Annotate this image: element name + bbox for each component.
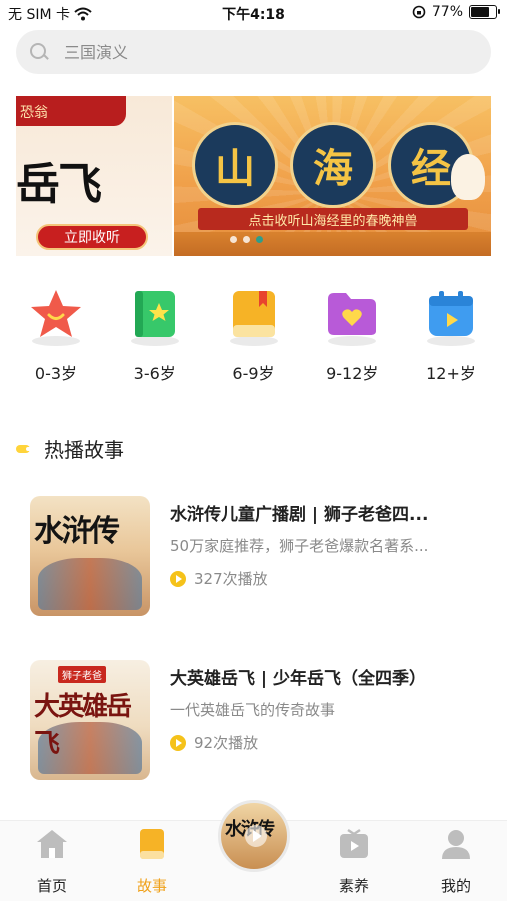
banner-title-char: 海 xyxy=(290,122,376,208)
tab-label: 首页 xyxy=(36,877,67,895)
blue-calendar-play-icon xyxy=(421,284,481,346)
story-cover[interactable]: 狮子老爸 大英雄岳飞 xyxy=(30,660,150,780)
story-item[interactable]: 水浒传 水浒传儿童广播剧 | 狮子老爸四... 50万家庭推荐，狮子老爸爆款名著… xyxy=(30,496,490,616)
carousel-dot[interactable] xyxy=(243,236,250,243)
play-count-icon xyxy=(170,570,186,587)
banner-subtitle: 点击收听山海经里的春晚神兽 xyxy=(198,208,468,230)
tab-label: 故事 xyxy=(136,877,167,895)
battery-group: 77% xyxy=(412,4,500,20)
cover-tag: 狮子老爸 xyxy=(58,666,106,683)
carousel-dot-active[interactable] xyxy=(256,236,263,243)
play-count: 92次播放 xyxy=(170,732,460,753)
tab-label: 我的 xyxy=(440,877,471,895)
home-icon xyxy=(37,830,67,858)
story-info: 大英雄岳飞 | 少年岳飞（全四季） 一代英雄岳飞的传奇故事 92次播放 xyxy=(170,660,460,780)
battery-fill xyxy=(471,7,490,17)
battery-percent: 77% xyxy=(431,4,463,20)
status-bar: 无 SIM 卡 下午4:18 77% xyxy=(0,0,507,26)
story-cover[interactable]: 水浒传 xyxy=(30,496,150,616)
hot-stories-header: 热播故事 xyxy=(16,434,124,463)
section-marker-icon xyxy=(16,444,36,454)
tab-story[interactable]: 故事 xyxy=(112,827,192,896)
story-title: 大英雄岳飞 | 少年岳飞（全四季） xyxy=(170,669,427,689)
tv-play-icon xyxy=(340,828,368,858)
play-count: 327次播放 xyxy=(170,568,460,589)
category-6-9[interactable]: 6-9岁 xyxy=(214,284,294,384)
purple-folder-heart-icon xyxy=(322,284,382,346)
play-count-text: 327次播放 xyxy=(194,570,268,588)
story-item[interactable]: 狮子老爸 大英雄岳飞 大英雄岳飞 | 少年岳飞（全四季） 一代英雄岳飞的传奇故事… xyxy=(30,660,490,780)
tab-mine[interactable]: 我的 xyxy=(416,827,496,896)
cover-title: 大英雄岳飞 xyxy=(34,692,132,759)
listen-now-button[interactable]: 立即收听 xyxy=(36,224,148,250)
now-playing-button[interactable]: 水浒传 xyxy=(218,800,290,872)
story-title: 水浒传儿童广播剧 | 狮子老爸四... xyxy=(170,505,429,525)
search-input[interactable] xyxy=(62,41,446,63)
play-icon xyxy=(245,825,267,847)
category-label: 9-12岁 xyxy=(326,364,379,383)
banner-carousel[interactable]: 恐翁 岳飞 立即收听 山 海 经 点击收听山海经里的春晚神兽 xyxy=(16,96,491,256)
search-bar[interactable] xyxy=(16,30,491,74)
story-info: 水浒传儿童广播剧 | 狮子老爸四... 50万家庭推荐，狮子老爸爆款名著系...… xyxy=(170,496,460,616)
story-desc: 50万家庭推荐，狮子老爸爆款名著系... xyxy=(170,537,429,555)
green-book-icon xyxy=(125,284,185,346)
tab-home[interactable]: 首页 xyxy=(12,827,92,896)
person-icon xyxy=(442,830,470,859)
play-count-icon xyxy=(170,734,186,751)
book-icon xyxy=(140,829,164,859)
tab-label: 素养 xyxy=(338,877,369,895)
category-label: 0-3岁 xyxy=(34,364,78,383)
carousel-indicator xyxy=(230,236,263,243)
banner-title-group: 山 海 经 xyxy=(192,122,474,208)
category-0-3[interactable]: 0-3岁 xyxy=(16,284,96,384)
category-9-12[interactable]: 9-12岁 xyxy=(312,284,392,384)
banner-yuefei-title: 岳飞 xyxy=(16,159,102,210)
section-title: 热播故事 xyxy=(44,438,124,462)
tab-literacy[interactable]: 素养 xyxy=(314,827,394,896)
category-label: 12+岁 xyxy=(426,364,476,383)
play-count-text: 92次播放 xyxy=(194,734,259,752)
rotation-lock-icon xyxy=(412,5,426,19)
banner-shanhaijing[interactable]: 山 海 经 点击收听山海经里的春晚神兽 xyxy=(174,96,491,256)
search-icon xyxy=(30,43,48,61)
banner-corner-text: 恐翁 xyxy=(16,96,126,126)
banner-yuefei[interactable]: 恐翁 岳飞 立即收听 xyxy=(16,96,172,256)
carousel-dot[interactable] xyxy=(230,236,237,243)
category-label: 3-6岁 xyxy=(133,364,176,383)
cover-title: 水浒传 xyxy=(34,514,120,549)
story-desc: 一代英雄岳飞的传奇故事 xyxy=(170,701,336,719)
yellow-book-icon xyxy=(224,284,284,346)
category-12-plus[interactable]: 12+岁 xyxy=(411,284,491,384)
star-icon xyxy=(26,284,86,346)
category-3-6[interactable]: 3-6岁 xyxy=(115,284,195,384)
category-label: 6-9岁 xyxy=(232,364,275,383)
age-category-row: 0-3岁 3-6岁 6-9岁 9-12岁 12+岁 xyxy=(16,284,491,384)
battery-icon xyxy=(469,5,500,19)
mythical-creature-illustration xyxy=(451,154,485,200)
banner-title-char: 山 xyxy=(192,122,278,208)
